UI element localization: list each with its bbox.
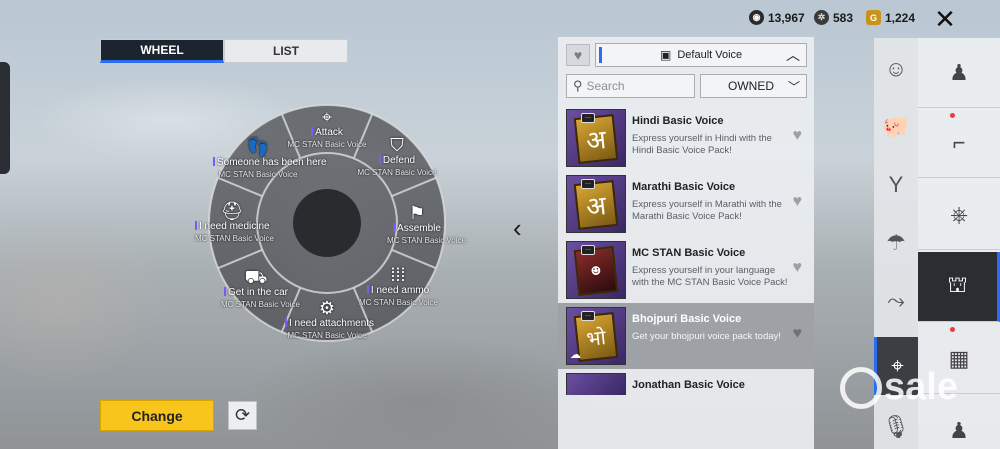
character-icon[interactable]: ♟ [918, 38, 1000, 108]
refresh-icon[interactable]: ⟳ [228, 401, 257, 430]
search-input[interactable] [586, 79, 687, 93]
wheel-slot-defend[interactable]: ⛉ Defend MC STAN Basic Voice [357, 135, 437, 179]
list-item[interactable]: Jonathan Basic Voice [558, 369, 814, 395]
currency-gold: G 1,224 [866, 10, 915, 25]
wheel-slot-assemble[interactable]: ⚑ Assemble MC STAN Basic Voice [387, 203, 466, 247]
tab-wheel[interactable]: WHEEL [100, 39, 224, 63]
voice-title: Marathi Basic Voice [632, 181, 736, 193]
voice-thumbnail: अ ··· [566, 109, 626, 167]
list-item[interactable]: अ ··· Hindi Basic Voice Express yourself… [558, 105, 814, 171]
notification-dot [950, 113, 955, 118]
chevron-left-icon[interactable]: ‹ [513, 213, 522, 244]
voice-thumbnail: ☻ ··· [566, 241, 626, 299]
parachute-icon[interactable]: ☂ [874, 214, 918, 272]
voice-title: Bhojpuri Basic Voice [632, 313, 742, 325]
voice-list: अ ··· Hindi Basic Voice Express yourself… [558, 105, 814, 395]
medkit-icon: ⛑ [220, 201, 244, 221]
close-icon[interactable]: ✕ [930, 6, 960, 32]
cloud-download-icon: ☁ [570, 349, 581, 361]
wheel-slot-ammo[interactable]: ⁞⁞⁞ I need ammo MC STAN Basic Voice [359, 265, 438, 309]
list-item[interactable]: ☻ ··· MC STAN Basic Voice Express yourse… [558, 237, 814, 303]
favorite-filter-button[interactable]: ♥ [566, 44, 590, 66]
chat-bubble-icon: ··· [581, 311, 595, 321]
change-button[interactable]: Change [100, 400, 214, 431]
voice-title: MC STAN Basic Voice [632, 247, 746, 259]
list-item[interactable]: भो ··· ☁ Bhojpuri Basic Voice Get your b… [558, 303, 814, 369]
voice-pack-icon: ▣ [660, 48, 672, 62]
voice-thumbnail [566, 373, 626, 395]
pistol-icon[interactable]: ⌐ [918, 108, 1000, 178]
pig-icon[interactable]: 🐖 [874, 98, 918, 156]
mode-tabs: WHEEL LIST [100, 39, 348, 63]
chevron-down-icon: ﹀ [787, 80, 800, 94]
emote-icon[interactable]: ☺ [874, 40, 918, 98]
chevron-up-icon: ︿ [786, 47, 800, 63]
wheel-slot-footprints[interactable]: 👣 Someone has been here MC STAN Basic Vo… [213, 137, 327, 181]
ag-coin-icon: ✲ [814, 10, 829, 25]
voice-select[interactable]: ▣ Default Voice ︿ [595, 43, 807, 67]
voice-thumbnail: अ ··· [566, 175, 626, 233]
voice-description: Express yourself in your language with t… [632, 265, 788, 288]
heart-icon[interactable]: ♥ [793, 259, 803, 277]
watermark-logo: sale [840, 366, 958, 409]
wheel-slot-medicine[interactable]: ⛑ I need medicine MC STAN Basic Voice [195, 201, 274, 245]
quick-chat-wheel: ⌖ Attack MC STAN Basic Voice ⛉ Defend MC… [195, 103, 466, 343]
steering-wheel-icon[interactable]: ⎈ [918, 180, 1000, 250]
voice-title: Hindi Basic Voice [632, 115, 724, 127]
heart-icon: ♥ [573, 47, 583, 63]
crosshair-icon: ⌖ [321, 107, 333, 127]
voice-description: Express yourself in Hindi with the Hindi… [632, 133, 772, 156]
side-handle[interactable] [0, 62, 10, 174]
select-accent [599, 47, 602, 63]
notification-dot [950, 327, 955, 332]
footprints-icon: 👣 [246, 137, 270, 157]
voice-title: Jonathan Basic Voice [632, 379, 745, 391]
helmet-icon[interactable]: ⛫ [918, 252, 1000, 322]
prone-icon[interactable]: ⤳ [874, 272, 918, 330]
logo-g-icon [840, 366, 882, 409]
search-icon: ⚲ [573, 78, 583, 93]
car-seat-icon: ⛟ [244, 267, 268, 287]
voice-thumbnail: भो ··· ☁ [566, 307, 626, 365]
currency-uc: ◉ 13,967 [749, 10, 805, 25]
search-box[interactable]: ⚲ [566, 74, 695, 98]
ammo-icon: ⁞⁞⁞ [390, 265, 406, 285]
list-item[interactable]: अ ··· Marathi Basic Voice Express yourse… [558, 171, 814, 237]
flag-icon: ⚑ [408, 203, 426, 223]
chat-bubble-icon: ··· [581, 113, 595, 123]
heart-icon[interactable]: ♥ [793, 325, 803, 343]
shield-icon: ⛉ [390, 135, 404, 155]
gold-coin-icon: G [866, 10, 881, 25]
voice-description: Express yourself in Marathi with the Mar… [632, 199, 782, 222]
chat-bubble-icon: ··· [581, 245, 595, 255]
tab-list[interactable]: LIST [224, 39, 348, 63]
voice-description: Get your bhojpuri voice pack today! [632, 331, 781, 342]
wheel-slot-car[interactable]: ⛟ Get in the car MC STAN Basic Voice [221, 267, 300, 311]
currency-ag: ✲ 583 [814, 10, 853, 25]
uc-coin-icon: ◉ [749, 10, 764, 25]
heart-icon[interactable]: ♥ [793, 127, 803, 145]
heart-icon[interactable]: ♥ [793, 193, 803, 211]
slingshot-icon[interactable]: Y [874, 156, 918, 214]
chat-bubble-icon: ··· [581, 179, 595, 189]
owned-filter-select[interactable]: OWNED ﹀ [700, 74, 807, 98]
